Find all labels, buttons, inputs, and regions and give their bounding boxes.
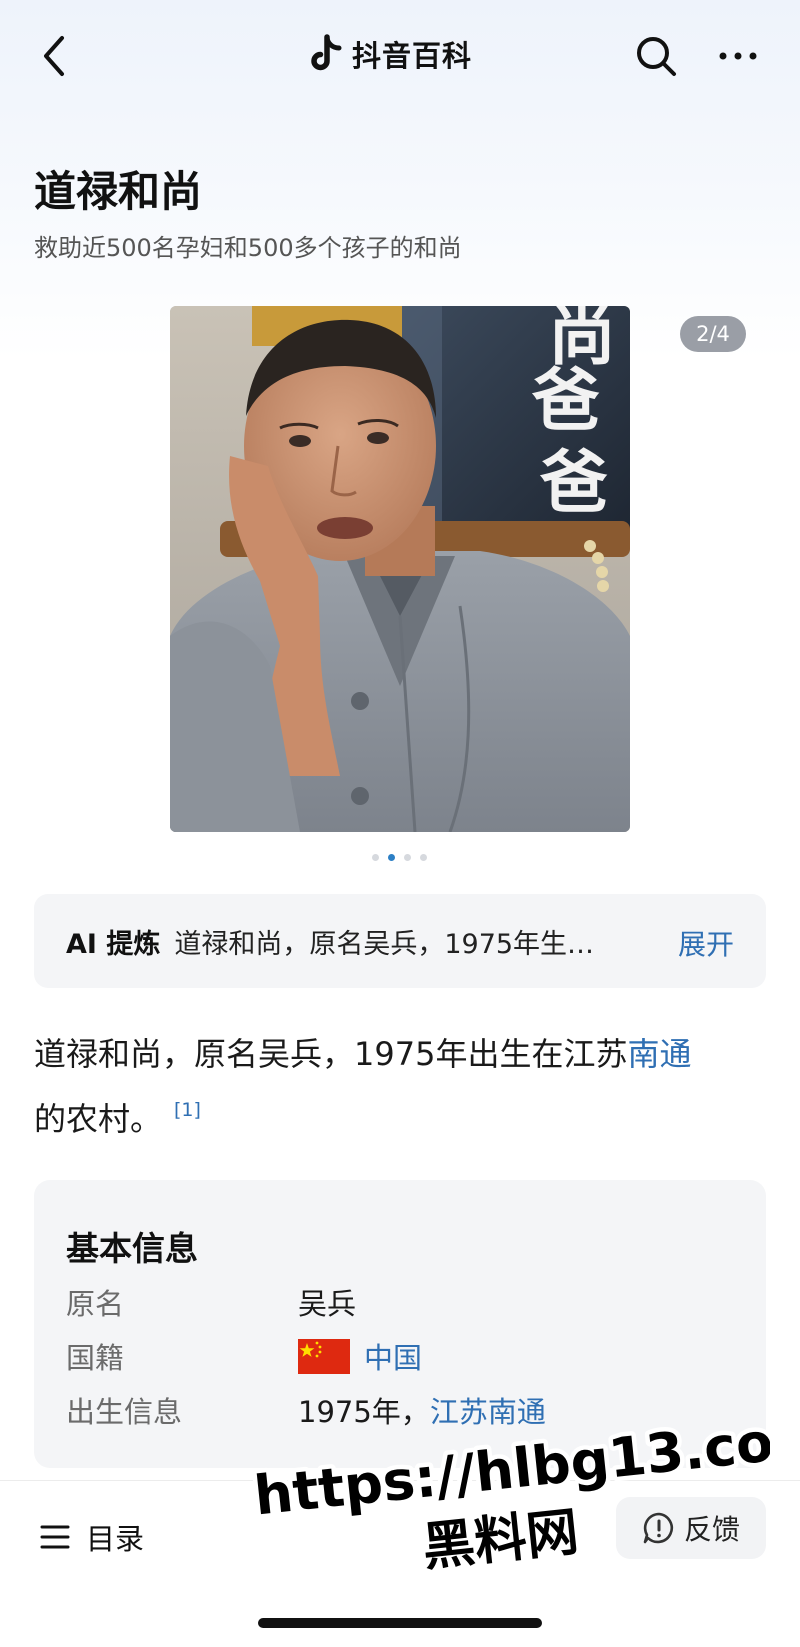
table-of-contents-label: 目录 <box>86 1522 145 1556</box>
brand-name: 抖音百科 <box>352 39 473 73</box>
feedback-button[interactable]: 反馈 <box>616 1497 766 1559</box>
calligraphy-char-2: 爸 <box>531 361 600 441</box>
calligraphy-char-3: 爸 <box>539 443 608 523</box>
gallery-photo[interactable]: 尚 爸 爸 <box>170 306 630 832</box>
search-icon <box>637 37 676 76</box>
info-value: 吴兵 <box>298 1287 357 1321</box>
menu-list-icon <box>40 1525 70 1549</box>
info-key: 出生信息 <box>66 1395 183 1429</box>
flag-stars <box>298 1338 350 1374</box>
basic-info-title: 基本信息 <box>66 1229 198 1268</box>
intro-link-nantong[interactable]: 南通 <box>627 1035 691 1073</box>
birth-year: 1975年， <box>298 1395 430 1429</box>
top-navigation-bar: 抖音百科 <box>0 0 800 110</box>
info-row-nationality: 国籍 中国 <box>66 1334 746 1378</box>
info-key: 国籍 <box>66 1341 125 1375</box>
page-subtitle: 救助近500名孕妇和500多个孩子的和尚 <box>34 234 462 262</box>
intro-paragraph: 道禄和尚，原名吴兵，1975年出生在江苏南通的农村。 [1] <box>34 1026 774 1147</box>
intro-text-before-link: 道禄和尚，原名吴兵，1975年出生在江苏 <box>34 1035 628 1073</box>
gallery-dot-1[interactable] <box>372 854 379 861</box>
citation-link[interactable]: [1] <box>174 1099 201 1121</box>
brand-logo: 抖音百科 <box>308 30 472 78</box>
basic-info-card: 基本信息 原名 吴兵 国籍 中国 出生信息 1975年， 江苏南通 <box>34 1180 766 1468</box>
ai-summary-text: 道禄和尚，原名吴兵，1975年生… <box>174 928 595 960</box>
ai-summary-expand-link[interactable]: 展开 <box>678 923 734 963</box>
china-flag-icon <box>298 1338 350 1374</box>
gallery-dot-3[interactable] <box>404 854 411 861</box>
info-row-original-name: 原名 吴兵 <box>66 1280 746 1324</box>
birthplace-link[interactable]: 江苏南通 <box>430 1389 546 1431</box>
feedback-label: 反馈 <box>683 1513 740 1546</box>
gallery-counter-badge: 2/4 <box>680 316 746 352</box>
info-value: 中国 <box>298 1335 422 1377</box>
info-row-birth: 出生信息 1975年， 江苏南通 <box>66 1388 746 1432</box>
info-value: 1975年， 江苏南通 <box>298 1389 546 1431</box>
douyin-logo-icon <box>311 34 342 71</box>
monk-portrait-image: 尚 爸 爸 <box>170 306 630 832</box>
gallery-pagination-dots <box>372 854 427 861</box>
more-dots-icon <box>719 52 757 60</box>
feedback-alert-icon <box>643 1512 674 1544</box>
page-title: 道禄和尚 <box>34 167 203 216</box>
more-button[interactable] <box>716 34 760 78</box>
search-button[interactable] <box>632 32 680 80</box>
home-indicator[interactable] <box>258 1618 542 1628</box>
gallery-dot-2[interactable] <box>388 854 395 861</box>
info-key: 原名 <box>66 1287 125 1321</box>
intro-text-after-link: 的农村。 <box>34 1100 163 1138</box>
nationality-link[interactable]: 中国 <box>364 1335 422 1377</box>
table-of-contents-button[interactable]: 目录 <box>40 1513 144 1561</box>
gallery-dot-4[interactable] <box>420 854 427 861</box>
ai-summary-label: AI 提炼 <box>66 928 161 960</box>
ai-summary-box[interactable]: AI 提炼 道禄和尚，原名吴兵，1975年生… 展开 <box>34 894 766 988</box>
back-chevron-icon <box>44 36 64 76</box>
back-button[interactable] <box>36 32 76 80</box>
